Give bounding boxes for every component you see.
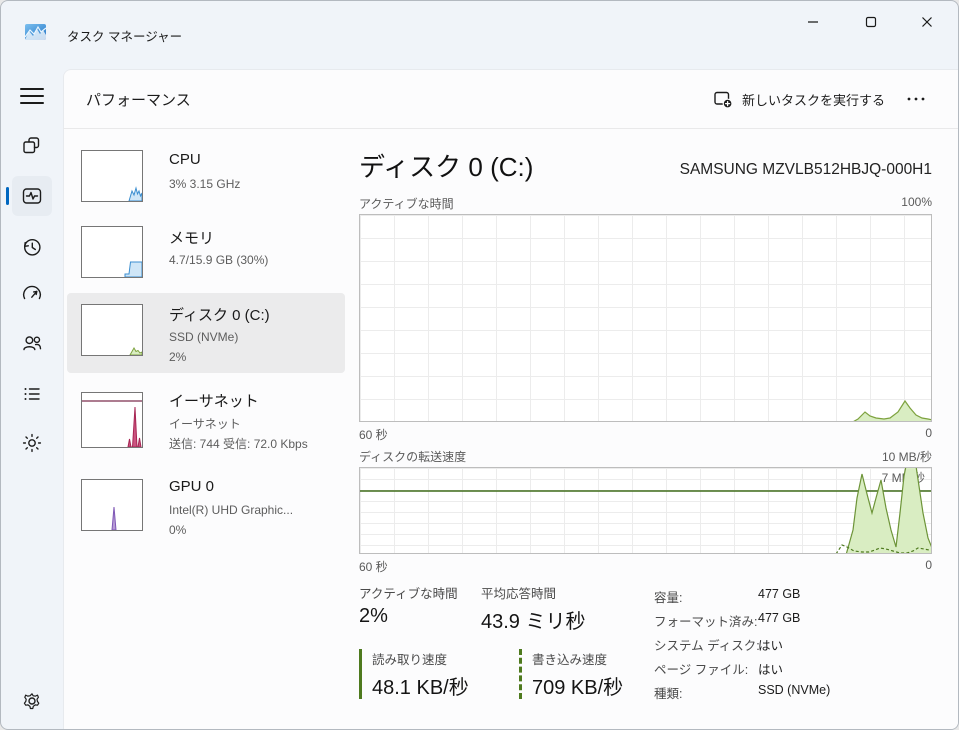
cpu-mini-chart — [81, 150, 143, 202]
stat-read-speed: 読み取り速度 48.1 KB/秒 — [359, 649, 469, 699]
active-time-chart — [359, 214, 932, 422]
more-options-button[interactable] — [899, 84, 933, 114]
stat-value: 43.9 ミリ秒 — [481, 605, 585, 634]
stat-value: 2% — [359, 605, 458, 628]
detail-page-file: ページ ファイル: はい — [654, 659, 932, 683]
perf-item-title: ディスク 0 (C:) — [169, 304, 270, 325]
transfer-rate-series — [360, 468, 932, 554]
perf-list-item-cpu[interactable]: CPU 3% 3.15 GHz — [67, 141, 345, 217]
nav-settings[interactable] — [12, 681, 52, 721]
ethernet-mini-chart — [81, 392, 143, 448]
device-name: SAMSUNG MZVLB512HBJQ-000H1 — [359, 161, 932, 179]
memory-mini-chart — [81, 226, 143, 278]
transfer-rate-chart: 7 MB/秒 — [359, 467, 932, 554]
settings-gear-icon — [20, 689, 44, 713]
nav-services[interactable] — [12, 423, 52, 463]
detail-type: 種類: SSD (NVMe) — [654, 683, 932, 707]
gpu-mini-chart — [81, 479, 143, 531]
perf-item-title: GPU 0 — [169, 478, 214, 495]
active-time-series — [360, 215, 932, 422]
new-task-icon — [713, 89, 733, 109]
detail-formatted: フォーマット済み: 477 GB — [654, 611, 932, 635]
detail-label: 種類: — [654, 683, 682, 702]
nav-users[interactable] — [12, 323, 52, 363]
chart2-max-label: 10 MB/秒 — [359, 448, 932, 465]
chart1-axis: 60 秒 0 — [359, 426, 932, 443]
run-new-task-button[interactable]: 新しいタスクを実行する — [703, 82, 895, 116]
perf-list-item-ethernet[interactable]: イーサネット イーサネット 送信: 744 受信: 72.0 Kbps — [67, 381, 345, 471]
detail-value: はい — [758, 659, 783, 678]
detail-label: システム ディスク: — [654, 635, 760, 654]
perf-list-item-gpu[interactable]: GPU 0 Intel(R) UHD Graphic... 0% — [67, 471, 345, 549]
task-manager-app-icon — [25, 24, 46, 40]
perf-item-title: メモリ — [169, 227, 214, 248]
minimize-button[interactable] — [790, 5, 836, 39]
chart2-axis: 60 秒 0 — [359, 558, 932, 575]
nav-rail — [1, 47, 63, 729]
maximize-button[interactable] — [848, 5, 894, 39]
page-title: パフォーマンス — [86, 89, 191, 110]
perf-item-sub: SSD (NVMe) — [169, 330, 238, 344]
run-new-task-label: 新しいタスクを実行する — [742, 90, 885, 109]
nav-processes[interactable] — [12, 126, 52, 166]
nav-details[interactable] — [12, 374, 52, 414]
detail-value: SSD (NVMe) — [758, 683, 830, 697]
content-card: パフォーマンス 新しいタスクを実行する — [63, 69, 959, 730]
titlebar: タスク マネージャー — [1, 1, 958, 47]
chart1-x-left: 60 秒 — [359, 428, 388, 442]
app-history-icon — [20, 235, 44, 259]
detail-system-disk: システム ディスク: はい — [654, 635, 932, 659]
perf-item-sub: Intel(R) UHD Graphic... — [169, 503, 293, 517]
nav-startup-apps[interactable] — [12, 274, 52, 314]
card-header: パフォーマンス 新しいタスクを実行する — [63, 69, 959, 129]
services-icon — [20, 431, 44, 455]
stat-value: 48.1 KB/秒 — [372, 671, 469, 700]
chart2-x-right: 0 — [925, 558, 932, 572]
detail-label: ページ ファイル: — [654, 659, 748, 678]
stat-label: 書き込み速度 — [532, 649, 623, 668]
perf-item-sub: 3% 3.15 GHz — [169, 177, 240, 191]
stat-value: 709 KB/秒 — [532, 671, 623, 700]
detail-value: 477 GB — [758, 611, 800, 625]
chart1-x-right: 0 — [925, 426, 932, 440]
detail-value: 477 GB — [758, 587, 800, 601]
users-icon — [20, 331, 44, 355]
chart2-x-left: 60 秒 — [359, 560, 388, 574]
perf-item-sub2: 0% — [169, 523, 186, 537]
stat-write-speed: 書き込み速度 709 KB/秒 — [519, 649, 623, 699]
perf-list-item-disk[interactable]: ディスク 0 (C:) SSD (NVMe) 2% — [67, 293, 345, 373]
perf-item-sub2: 送信: 744 受信: 72.0 Kbps — [169, 435, 308, 452]
detail-label: フォーマット済み: — [654, 611, 757, 630]
detail-value: はい — [758, 635, 783, 654]
selected-indicator — [6, 187, 9, 205]
perf-item-title: イーサネット — [169, 390, 259, 411]
processes-icon — [20, 134, 44, 158]
detail-label: 容量: — [654, 587, 682, 606]
stat-label: 平均応答時間 — [481, 583, 585, 602]
stat-avg-response: 平均応答時間 43.9 ミリ秒 — [481, 583, 585, 634]
stat-label: 読み取り速度 — [372, 649, 469, 668]
ellipsis-icon — [906, 96, 926, 102]
perf-item-sub2: 2% — [169, 350, 186, 364]
perf-item-sub: 4.7/15.9 GB (30%) — [169, 253, 268, 267]
perf-list-item-memory[interactable]: メモリ 4.7/15.9 GB (30%) — [67, 217, 345, 293]
details-icon — [20, 382, 44, 406]
stat-label: アクティブな時間 — [359, 583, 458, 602]
chart1-max-label: 100% — [359, 195, 932, 209]
perf-item-title: CPU — [169, 151, 201, 168]
nav-performance[interactable] — [12, 176, 52, 216]
detail-capacity: 容量: 477 GB — [654, 587, 932, 611]
disk-mini-chart — [81, 304, 143, 356]
window-title: タスク マネージャー — [67, 26, 182, 45]
performance-icon — [20, 184, 44, 208]
startup-apps-icon — [20, 282, 44, 306]
task-manager-window: タスク マネージャー — [0, 0, 959, 730]
menu-hamburger-icon[interactable] — [20, 88, 44, 106]
close-button[interactable] — [904, 5, 950, 39]
perf-item-sub: イーサネット — [169, 415, 241, 432]
nav-app-history[interactable] — [12, 227, 52, 267]
stat-active-time: アクティブな時間 2% — [359, 583, 458, 628]
